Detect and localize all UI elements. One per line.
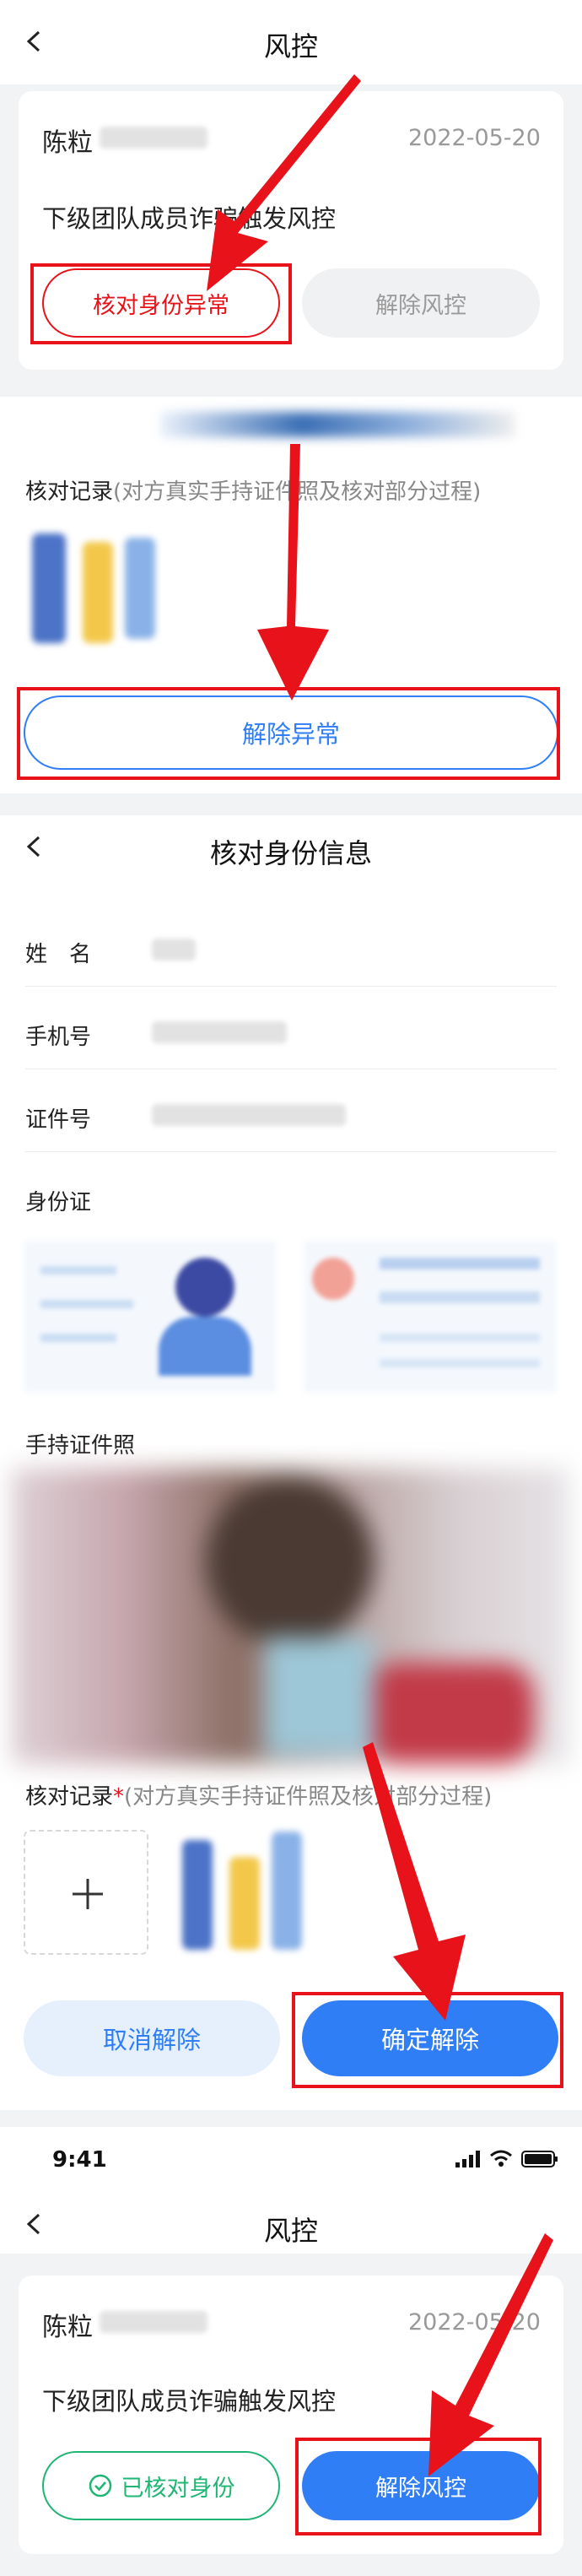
arrow-2	[257, 444, 329, 701]
arrow-4	[428, 2233, 553, 2476]
arrow-1	[207, 74, 361, 291]
annotation-arrows	[207, 74, 553, 2476]
arrow-3	[363, 1742, 466, 2021]
